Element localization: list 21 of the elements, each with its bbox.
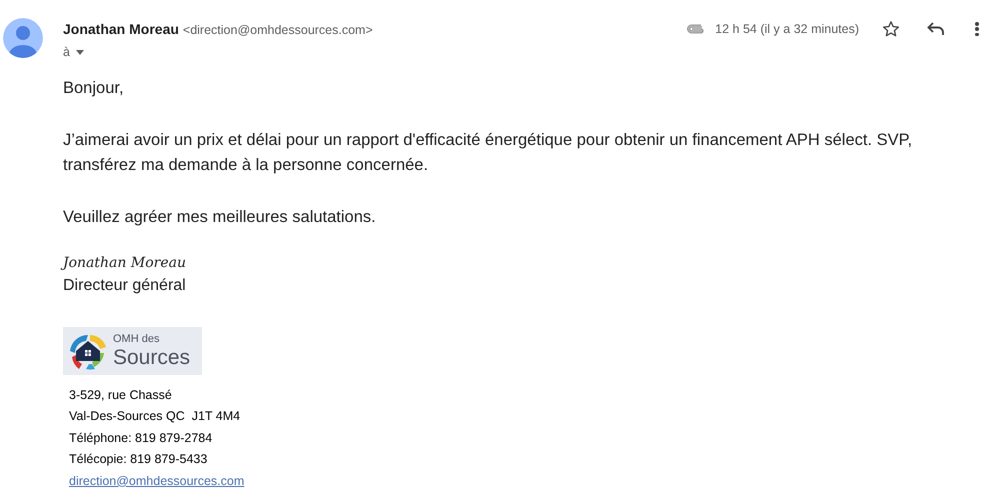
message-paragraph: Veuillez agréer mes meilleures salutations. [63,206,377,228]
more-options-button[interactable] [974,21,980,37]
logo-text: OMH des [113,334,160,345]
message-paragraph: Bonjour, [63,78,125,99]
address-line: 3-529, rue Chassé [69,386,172,404]
avatar-icon [3,18,43,58]
logo-text: Sources [113,346,190,368]
recipient-dropdown[interactable]: à [63,43,373,62]
signature-name: Jonathan Moreau [63,254,186,272]
paperclip-icon [687,24,706,34]
email-link[interactable]: direction@omhdessources.com [69,470,244,492]
address-line: Téléphone: 819 879-2784 [69,430,212,447]
address-line: Val-Des-Sources QC J1T 4M4 [69,408,240,426]
sender-name: Jonathan Moreau [63,20,179,39]
star-button[interactable] [881,19,901,39]
address-line: Télécopie: 819 879-5433 [69,451,208,468]
sender-email: <direction@omhdessources.com> [182,22,373,39]
signature-title: Directeur général [63,276,186,296]
message-paragraph: J’aimerai avoir un prix et délai pour un rapport d'efficacité énergétique pour obtenir un financement APH sélect. SVP, transférez ma demande à la personne concernée. [63,130,914,176]
caret-icon [76,50,84,55]
timestamp: 12 h 54 (il y a 32 minutes) [715,20,859,38]
